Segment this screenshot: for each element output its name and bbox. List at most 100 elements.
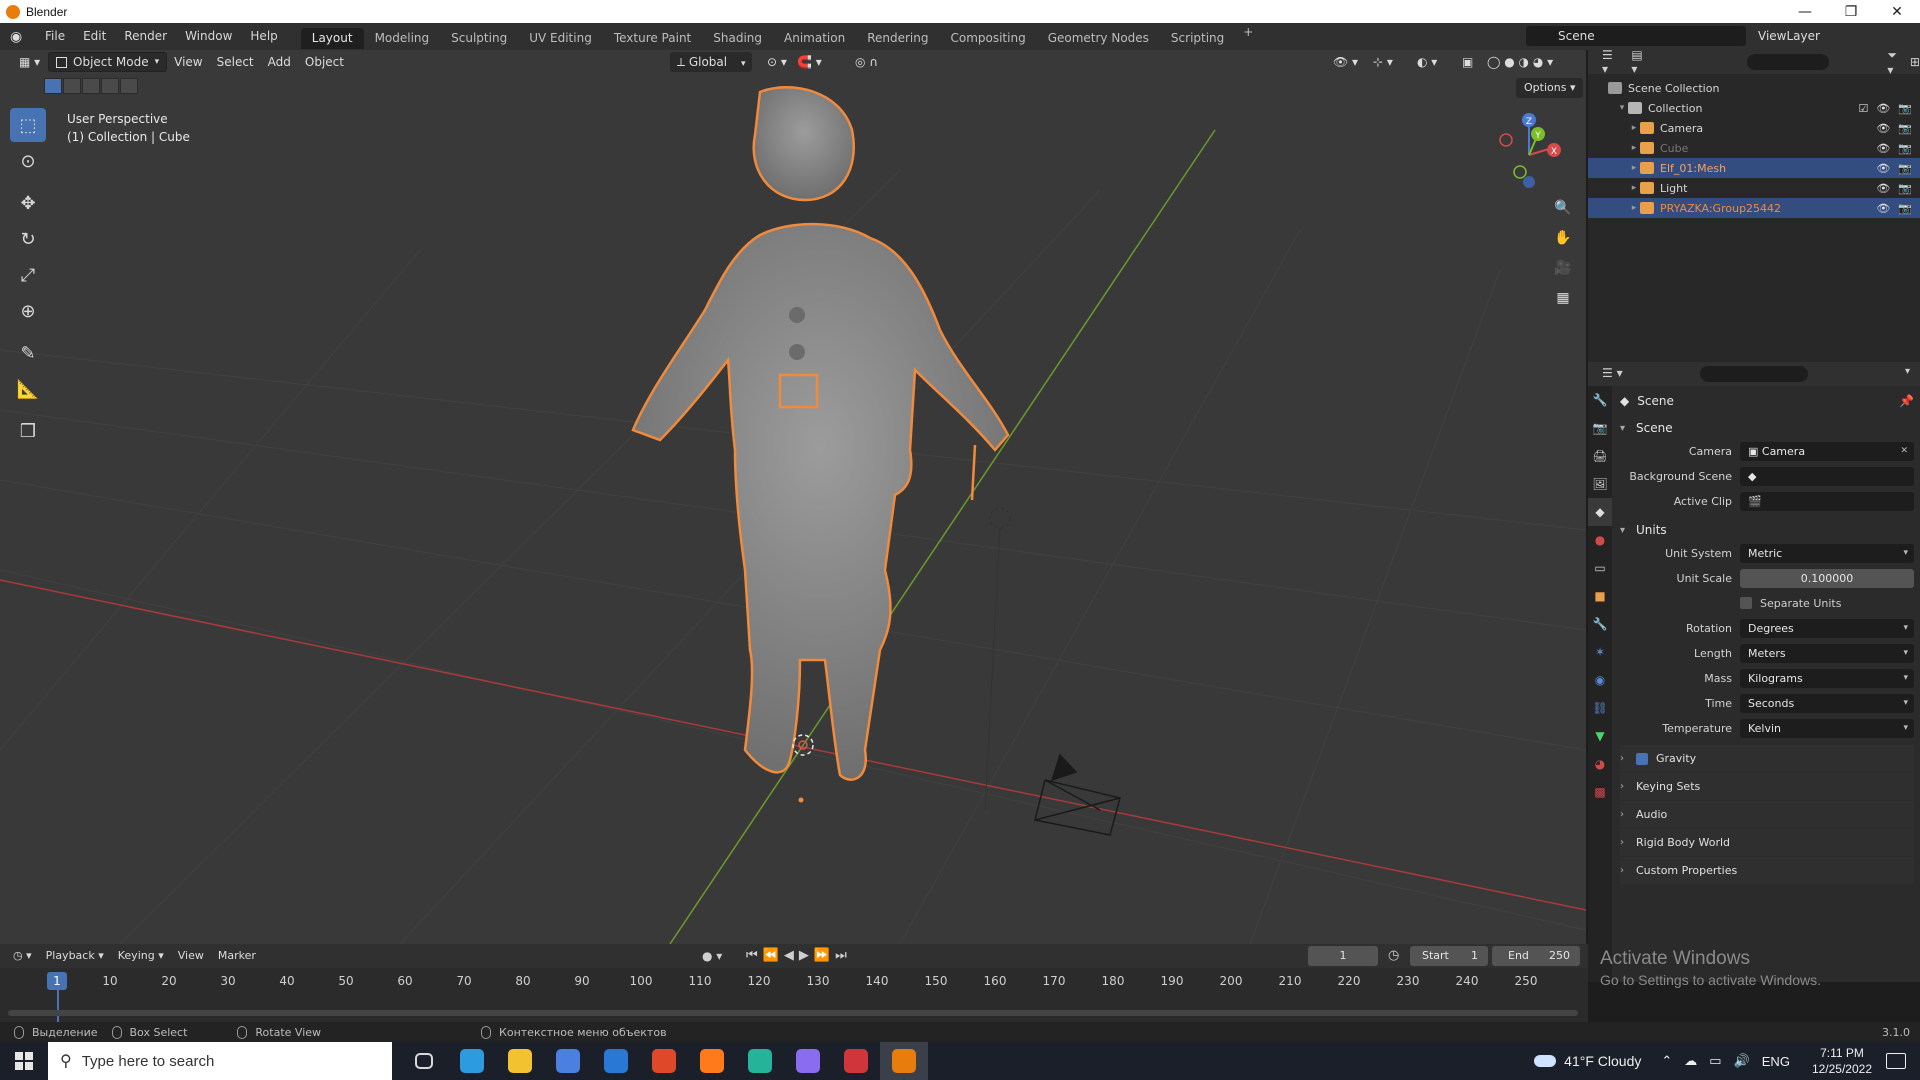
select-extend-mode[interactable]: [63, 78, 81, 94]
timeline-editor-icon[interactable]: ◷ ▾: [6, 946, 39, 966]
add-cube-tool[interactable]: ❒: [10, 414, 46, 448]
render-tab-icon[interactable]: 📷: [1588, 414, 1612, 442]
collapsed-panel-header[interactable]: › Keying Sets: [1620, 773, 1914, 800]
tab-shading[interactable]: Shading: [702, 28, 773, 49]
zoom-icon[interactable]: 🔍: [1550, 195, 1576, 221]
outliner-item[interactable]: ▸ Camera 👁 📷: [1588, 118, 1920, 138]
gizmo-neg-y[interactable]: [1513, 165, 1527, 179]
modifier-tab-icon[interactable]: 🔧: [1588, 610, 1612, 638]
start-frame-field[interactable]: Start 1: [1410, 946, 1488, 966]
gizmo-neg-z[interactable]: [1523, 176, 1535, 188]
material-tab-icon[interactable]: ◕: [1588, 750, 1612, 778]
texture-tab-icon[interactable]: ▩: [1588, 778, 1612, 806]
app-red-icon[interactable]: [832, 1042, 880, 1080]
measure-tool[interactable]: 📐: [10, 372, 46, 406]
start-button[interactable]: [0, 1052, 48, 1070]
eye-icon[interactable]: 👁: [1876, 102, 1890, 115]
tab-uv-editing[interactable]: UV Editing: [518, 28, 603, 49]
end-frame-field[interactable]: End 250: [1492, 946, 1580, 966]
scale-tool[interactable]: ⤢: [10, 258, 46, 292]
pivot-point-icon[interactable]: ⊙ ▾: [760, 52, 794, 72]
chevron-down-icon[interactable]: ▾: [1905, 366, 1910, 377]
shading-modes-icon[interactable]: ◯ ● ◑ ◕ ▾: [1480, 52, 1560, 72]
outliner-item[interactable]: ▸ Cube 👁 📷: [1588, 138, 1920, 158]
eye-icon[interactable]: 👁: [1876, 162, 1890, 175]
outliner-item[interactable]: ▸ PRYAZKA:Group25442 👁 📷: [1588, 198, 1920, 218]
gizmo-toggle-icon[interactable]: ⊹ ▾: [1366, 52, 1400, 72]
record-icon[interactable]: ● ▾: [702, 949, 722, 963]
eye-icon[interactable]: 👁: [1876, 202, 1890, 215]
new-collection-icon[interactable]: ⊞: [1910, 55, 1920, 69]
physics-tab-icon[interactable]: ◉: [1588, 666, 1612, 694]
add-workspace-button[interactable]: +: [1235, 25, 1261, 49]
timeline-menu-view[interactable]: View: [171, 946, 211, 966]
viewport-menu-select[interactable]: Select: [210, 52, 261, 72]
tab-scripting[interactable]: Scripting: [1160, 28, 1235, 49]
expand-arrow-icon[interactable]: ▸: [1628, 203, 1640, 213]
volume-icon[interactable]: 🔊: [1734, 1053, 1750, 1069]
ortho-toggle-icon[interactable]: ▦: [1550, 285, 1576, 311]
app-m-icon[interactable]: [736, 1042, 784, 1080]
viewport-menu-add[interactable]: Add: [261, 52, 298, 72]
render-icon[interactable]: 📷: [1898, 122, 1912, 135]
tool-tab-icon[interactable]: 🔧: [1588, 386, 1612, 414]
outliner-scene-collection[interactable]: Scene Collection: [1588, 78, 1920, 98]
camera-field[interactable]: ▣ Camera ✕: [1740, 441, 1914, 461]
transform-tool[interactable]: ⊕: [10, 294, 46, 328]
office-icon[interactable]: [640, 1042, 688, 1080]
app-drop-icon[interactable]: [784, 1042, 832, 1080]
display-mode-icon[interactable]: ▤ ▾: [1631, 48, 1647, 76]
tab-sculpting[interactable]: Sculpting: [440, 28, 518, 49]
background-scene-field[interactable]: ◆: [1740, 466, 1914, 486]
taskbar-clock[interactable]: 7:11 PM 12/25/2022: [1812, 1045, 1872, 1077]
tab-geometry-nodes[interactable]: Geometry Nodes: [1037, 28, 1160, 49]
transform-orientation-dropdown[interactable]: ⟂ Global ▾: [670, 52, 753, 72]
gravity-checkbox[interactable]: [1636, 752, 1648, 765]
units-row-dropdown[interactable]: Meters ▾: [1740, 643, 1914, 663]
tab-layout[interactable]: Layout: [300, 27, 364, 49]
elf-character-mesh[interactable]: [631, 86, 1010, 781]
editor-type-icon[interactable]: ▦ ▾: [12, 52, 47, 72]
scene-selector[interactable]: Scene: [1526, 26, 1746, 46]
language-indicator[interactable]: ENG: [1762, 1054, 1790, 1069]
mail-icon[interactable]: [592, 1042, 640, 1080]
object-mode-dropdown[interactable]: Object Mode ▾: [48, 52, 168, 72]
current-frame-indicator[interactable]: 1: [47, 972, 67, 990]
render-icon[interactable]: 📷: [1898, 162, 1912, 175]
viewport-menu-view[interactable]: View: [167, 52, 209, 72]
collection-tab-icon[interactable]: ▭: [1588, 554, 1612, 582]
outliner-search-input[interactable]: [1747, 54, 1830, 70]
maximize-button[interactable]: ❐: [1828, 4, 1874, 20]
outliner-item[interactable]: ▸ Elf_01:Mesh 👁 📷: [1588, 158, 1920, 178]
tab-texture-paint[interactable]: Texture Paint: [603, 28, 702, 49]
render-icon[interactable]: 📷: [1898, 182, 1912, 195]
store-icon[interactable]: [544, 1042, 592, 1080]
units-row-dropdown[interactable]: Kilograms ▾: [1740, 668, 1914, 688]
menu-edit[interactable]: Edit: [74, 23, 115, 50]
clear-icon[interactable]: ✕: [1900, 442, 1908, 461]
scene-tab-icon[interactable]: ◆: [1588, 498, 1612, 526]
filter-icon[interactable]: ⏷ ▾: [1887, 48, 1902, 77]
expand-arrow-icon[interactable]: ▾: [1616, 103, 1628, 113]
render-icon[interactable]: 📷: [1898, 142, 1912, 155]
tab-modeling[interactable]: Modeling: [364, 28, 441, 49]
outliner-editor-icon[interactable]: ☰ ▾: [1602, 48, 1617, 76]
select-intersect-mode[interactable]: [120, 78, 138, 94]
timeline-menu-keying[interactable]: Keying ▾: [111, 946, 171, 966]
navigation-gizmo[interactable]: Z Y X: [1494, 110, 1564, 190]
viewport-menu-object[interactable]: Object: [298, 52, 351, 72]
overlays-icon[interactable]: ◐ ▾: [1410, 52, 1444, 72]
view-layer-tab-icon[interactable]: 🖼: [1588, 470, 1612, 498]
collapsed-panel-header[interactable]: › Gravity: [1620, 745, 1914, 772]
select-invert-mode[interactable]: [101, 78, 119, 94]
visibility-icon[interactable]: 👁 ▾: [1326, 52, 1365, 72]
3d-viewport[interactable]: ▦ ▾ Object Mode ▾ View Select Add Object…: [0, 50, 1586, 944]
select-subtract-mode[interactable]: [82, 78, 100, 94]
firefox-icon[interactable]: [688, 1042, 736, 1080]
collapsed-panel-header[interactable]: › Audio: [1620, 801, 1914, 828]
camera-view-icon[interactable]: 🎥: [1550, 255, 1576, 281]
expand-arrow-icon[interactable]: ▸: [1628, 163, 1640, 173]
expand-arrow-icon[interactable]: ▸: [1628, 183, 1640, 193]
exclude-checkbox-icon[interactable]: ☑: [1858, 102, 1868, 115]
timeline-scrollbar[interactable]: [8, 1010, 1578, 1016]
